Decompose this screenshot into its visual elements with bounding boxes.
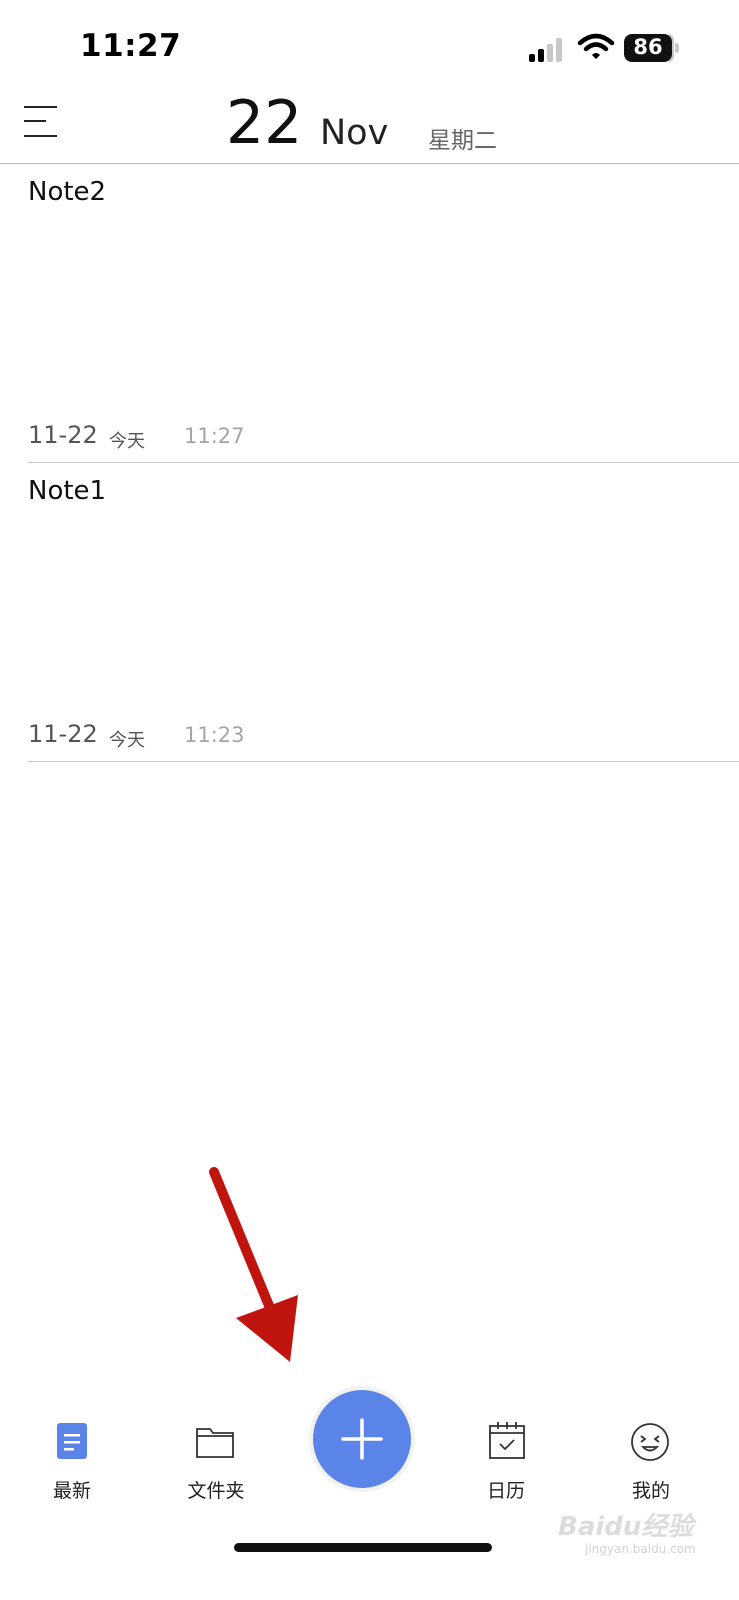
note-card[interactable]: Note2 11-22 今天 11:27 <box>0 163 739 463</box>
tab-calendar-label: 日历 <box>486 1480 525 1502</box>
document-icon <box>57 1423 87 1459</box>
note-time: 11:23 <box>184 723 245 747</box>
note-meta: 11-22 今天 11:23 <box>28 720 245 751</box>
tab-latest-label: 最新 <box>52 1480 91 1502</box>
tab-calendar[interactable]: 日历 <box>456 1420 556 1502</box>
folder-icon <box>196 1428 234 1458</box>
note-day-label: 今天 <box>109 431 145 452</box>
tab-me[interactable]: 我的 <box>601 1420 701 1502</box>
note-date: 11-22 <box>28 720 98 748</box>
header-day: 22 <box>226 88 303 158</box>
note-day-label: 今天 <box>109 730 145 751</box>
calendar-check-icon <box>489 1422 525 1459</box>
note-time: 11:27 <box>184 424 245 448</box>
note-divider <box>28 761 739 762</box>
smiley-face-icon <box>631 1423 669 1461</box>
tab-folders-label: 文件夹 <box>187 1480 245 1502</box>
watermark-url: jingyan.baidu.com <box>585 1542 696 1556</box>
note-meta: 11-22 今天 11:27 <box>28 421 245 452</box>
tab-folders[interactable]: 文件夹 <box>166 1420 266 1502</box>
note-date: 11-22 <box>28 421 98 449</box>
home-indicator[interactable] <box>234 1543 492 1552</box>
menu-icon[interactable] <box>24 104 60 140</box>
add-note-button[interactable] <box>313 1390 411 1488</box>
tab-me-label: 我的 <box>631 1480 670 1502</box>
tab-latest[interactable]: 最新 <box>22 1420 122 1502</box>
plus-icon <box>341 1418 383 1460</box>
status-time: 11:27 <box>80 28 182 64</box>
battery-level: 86 <box>633 35 663 59</box>
header-weekday: 星期二 <box>428 128 497 154</box>
watermark-logo: Baidu经验 <box>558 1512 694 1542</box>
battery-icon: 86 <box>624 34 679 62</box>
cellular-signal-icon <box>529 36 567 62</box>
header-month: Nov <box>320 113 389 153</box>
wifi-icon <box>577 33 615 59</box>
note-title: Note1 <box>28 476 107 506</box>
note-card[interactable]: Note1 11-22 今天 11:23 <box>0 462 739 762</box>
note-title: Note2 <box>28 177 107 207</box>
